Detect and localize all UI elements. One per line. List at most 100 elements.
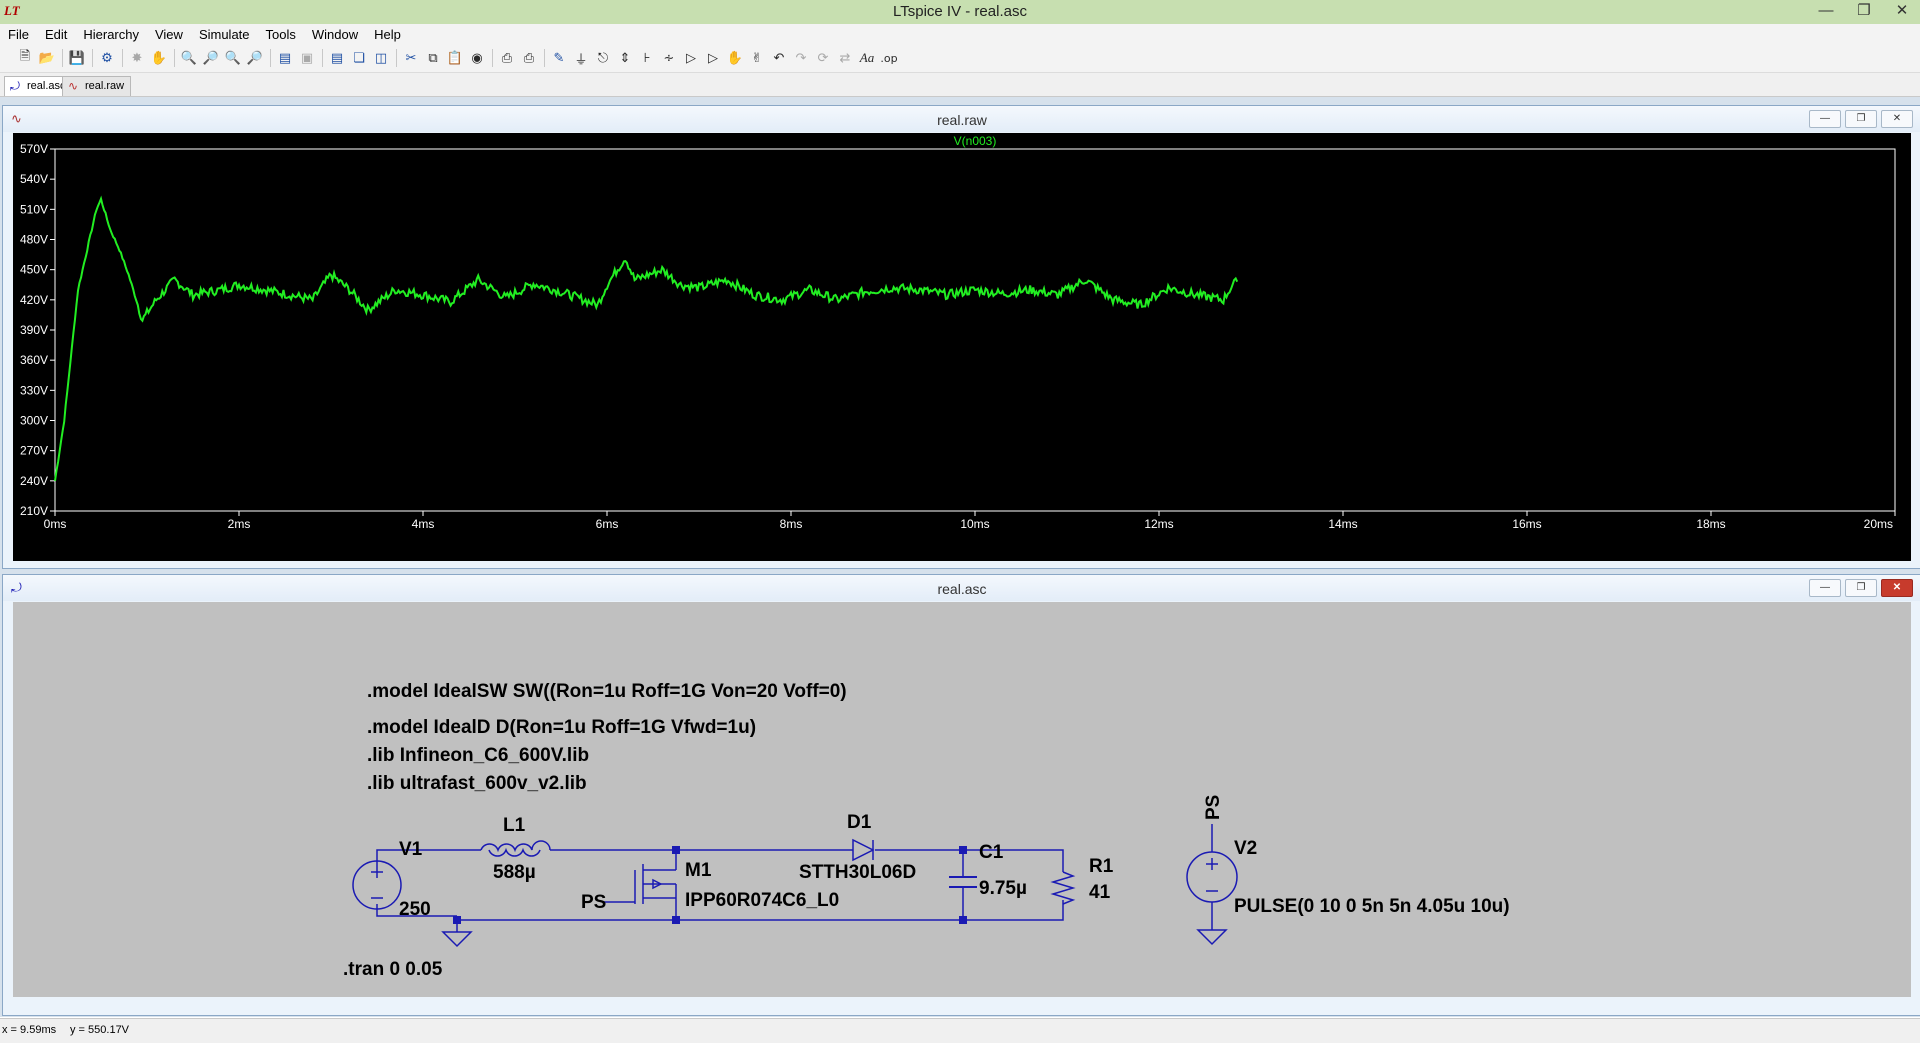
run-icon[interactable]: ✸ xyxy=(128,48,146,68)
m1-value[interactable]: IPP60R074C6_L0 xyxy=(685,890,839,911)
tab-real-raw[interactable]: ∿ real.raw xyxy=(62,76,132,96)
wire-icon[interactable]: ✎ xyxy=(550,48,568,68)
d1-name[interactable]: D1 xyxy=(847,812,872,833)
menu-view[interactable]: View xyxy=(147,27,191,42)
c1-name[interactable]: C1 xyxy=(979,842,1004,863)
gate-net-label[interactable]: PS xyxy=(581,892,606,913)
waveform-close-button[interactable]: ✕ xyxy=(1881,110,1913,128)
cut-icon[interactable]: ✂ xyxy=(402,48,420,68)
voltage-source-v1-icon[interactable] xyxy=(352,860,402,910)
r1-name[interactable]: R1 xyxy=(1089,856,1114,877)
schematic-minimize-button[interactable]: — xyxy=(1809,579,1841,597)
spice-directive-model-d[interactable]: .model IdealD D(Ron=1u Roff=1G Vfwd=1u) xyxy=(367,717,756,738)
copy-icon[interactable]: ⧉ xyxy=(424,48,442,68)
c1-value[interactable]: 9.75µ xyxy=(979,878,1027,899)
pan-icon[interactable]: ✋ xyxy=(150,48,168,68)
zoom-extents-icon[interactable]: 🔎 xyxy=(202,48,220,68)
x-tick-label: 10ms xyxy=(960,517,989,531)
spice-directive-lib-ultrafast[interactable]: .lib ultrafast_600v_v2.lib xyxy=(367,773,587,794)
print-preview-icon[interactable]: ⎙ xyxy=(520,48,538,68)
restore-button[interactable]: ❐ xyxy=(1852,2,1876,20)
minimize-button[interactable]: — xyxy=(1814,2,1838,20)
ground-icon[interactable]: ⏚ xyxy=(572,48,590,68)
menu-tools[interactable]: Tools xyxy=(258,27,304,42)
spice-directive-icon[interactable]: .op xyxy=(880,48,898,68)
x-tick-label: 4ms xyxy=(412,517,435,531)
new-schematic-icon[interactable]: 🗎 xyxy=(16,48,34,68)
diode-d1-icon[interactable] xyxy=(852,838,875,862)
zoom-in-icon[interactable]: 🔍 xyxy=(180,48,198,68)
waveform-restore-button[interactable]: ❐ xyxy=(1845,110,1877,128)
rotate-icon[interactable]: ⟳ xyxy=(814,48,832,68)
schematic-close-button[interactable]: ✕ xyxy=(1881,579,1913,597)
save-icon[interactable]: 💾 xyxy=(68,48,86,68)
component-icon[interactable]: ▷ xyxy=(704,48,722,68)
cascade-icon[interactable]: ❏ xyxy=(350,48,368,68)
diode-icon[interactable]: ▷ xyxy=(682,48,700,68)
capacitor-icon[interactable]: ⊦ xyxy=(638,48,656,68)
find-icon[interactable]: ◉ xyxy=(468,48,486,68)
schematic-canvas[interactable]: .model IdealSW SW((Ron=1u Roff=1G Von=20… xyxy=(13,602,1911,997)
label-net-icon[interactable]: ⎋ xyxy=(594,48,612,68)
waveform-plot[interactable]: 570V 540V 510V 480V 450V 420V 390V 360V 330V 300V… xyxy=(13,133,1911,561)
d1-value[interactable]: STTH30L06D xyxy=(799,862,916,883)
ground-icon[interactable] xyxy=(1196,929,1228,946)
capacitor-c1-icon[interactable] xyxy=(949,876,977,888)
waveform-minimize-button[interactable]: — xyxy=(1809,110,1841,128)
v1-value[interactable]: 250 xyxy=(399,899,431,920)
inductor-icon[interactable]: ∻ xyxy=(660,48,678,68)
text-icon[interactable]: Aa xyxy=(858,48,876,68)
delete-trace-icon[interactable]: ▣ xyxy=(298,48,316,68)
open-icon[interactable]: 📂 xyxy=(38,48,56,68)
print-icon[interactable]: ⎙ xyxy=(498,48,516,68)
voltage-source-v2-icon[interactable] xyxy=(1186,851,1238,903)
menu-edit[interactable]: Edit xyxy=(37,27,75,42)
zoom-out-icon[interactable]: 🔍 xyxy=(224,48,242,68)
wire[interactable] xyxy=(376,849,481,866)
waveform-window: ∿ real.raw — ❐ ✕ 570V 540V 510V 480V 450V 420… xyxy=(2,105,1920,569)
paste-icon[interactable]: 📋 xyxy=(446,48,464,68)
mosfet-m1-icon[interactable] xyxy=(603,864,677,904)
resistor-r1-icon[interactable] xyxy=(1050,871,1076,905)
wire[interactable] xyxy=(963,900,1064,921)
schematic-restore-button[interactable]: ❐ xyxy=(1845,579,1877,597)
schematic-svg[interactable]: .model IdealSW SW((Ron=1u Roff=1G Von=20… xyxy=(13,602,1911,997)
resistor-icon[interactable]: ⇕ xyxy=(616,48,634,68)
menu-file[interactable]: File xyxy=(0,27,37,42)
menu-simulate[interactable]: Simulate xyxy=(191,27,258,42)
close-button[interactable]: ✕ xyxy=(1890,2,1914,20)
spice-directive-tran[interactable]: .tran 0 0.05 xyxy=(343,959,443,980)
trace-v-n003[interactable] xyxy=(54,195,1239,482)
waveform-plot-svg[interactable]: 570V 540V 510V 480V 450V 420V 390V 360V 330V 300V… xyxy=(13,133,1911,561)
v2-value[interactable]: PULSE(0 10 0 5n 5n 4.05u 10u) xyxy=(1234,896,1510,917)
m1-name[interactable]: M1 xyxy=(685,860,712,881)
v2-net-label[interactable]: PS xyxy=(1203,795,1224,820)
menu-hierarchy[interactable]: Hierarchy xyxy=(75,27,147,42)
v2-name[interactable]: V2 xyxy=(1234,838,1257,859)
spice-directive-lib-infineon[interactable]: .lib Infineon_C6_600V.lib xyxy=(367,745,589,766)
redo-icon[interactable]: ↷ xyxy=(792,48,810,68)
tile-horizontal-icon[interactable]: ▤ xyxy=(328,48,346,68)
mirror-icon[interactable]: ⇄ xyxy=(836,48,854,68)
drag-icon[interactable]: ✌ xyxy=(748,48,766,68)
spice-directive-model-sw[interactable]: .model IdealSW SW((Ron=1u Roff=1G Von=20… xyxy=(367,681,847,702)
inductor-l1-icon[interactable] xyxy=(480,840,551,857)
move-icon[interactable]: ✋ xyxy=(726,48,744,68)
trace-legend-v-n003[interactable]: V(n003) xyxy=(954,134,997,148)
r1-value[interactable]: 41 xyxy=(1089,882,1111,903)
l1-name[interactable]: L1 xyxy=(503,815,526,836)
schematic-window: ⤾ real.asc — ❐ ✕ .model IdealSW SW((Ron=… xyxy=(2,574,1920,1016)
x-tick-label: 18ms xyxy=(1696,517,1725,531)
y-tick-label: 420V xyxy=(20,293,48,307)
autorange-icon[interactable]: ▤ xyxy=(276,48,294,68)
v1-name[interactable]: V1 xyxy=(399,839,423,860)
ground-icon[interactable] xyxy=(441,926,473,948)
menu-help[interactable]: Help xyxy=(366,27,409,42)
menu-window[interactable]: Window xyxy=(304,27,366,42)
undo-icon[interactable]: ↶ xyxy=(770,48,788,68)
tile-vertical-icon[interactable]: ◫ xyxy=(372,48,390,68)
zoom-fit-icon[interactable]: 🔎 xyxy=(246,48,264,68)
control-panel-icon[interactable]: ⚙ xyxy=(98,48,116,68)
l1-value[interactable]: 588µ xyxy=(493,862,536,883)
y-tick-label: 570V xyxy=(20,142,48,156)
